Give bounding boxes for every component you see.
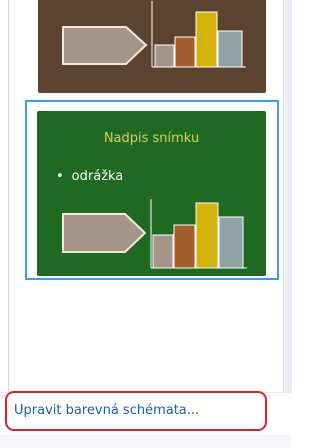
arrow-shape	[62, 213, 147, 253]
footer-band	[0, 435, 291, 448]
color-scheme-pane: Nadpis snímku • odrážka Upravit barevná s…	[0, 0, 292, 448]
scheme-preview-graphics	[62, 1, 246, 68]
arrow-shape	[62, 26, 148, 65]
color-scheme-thumbnail-1[interactable]	[38, 0, 266, 93]
color-scheme-thumbnail-2[interactable]: Nadpis snímku • odrážka	[37, 111, 266, 276]
scheme-preview-graphics	[62, 199, 247, 269]
chart-bar-3	[195, 11, 218, 68]
scrollbar[interactable]	[283, 0, 292, 392]
chart-bar-3	[195, 202, 219, 269]
chart-bar-2	[173, 224, 196, 269]
chart-bar-2	[174, 36, 196, 68]
chart-bar-4	[218, 216, 244, 269]
chart-bar-4	[217, 30, 243, 68]
annotation-highlight	[5, 391, 267, 431]
pane-left-border	[8, 0, 9, 392]
chart-bar-1	[154, 44, 175, 68]
chart-bar-1	[152, 234, 174, 269]
